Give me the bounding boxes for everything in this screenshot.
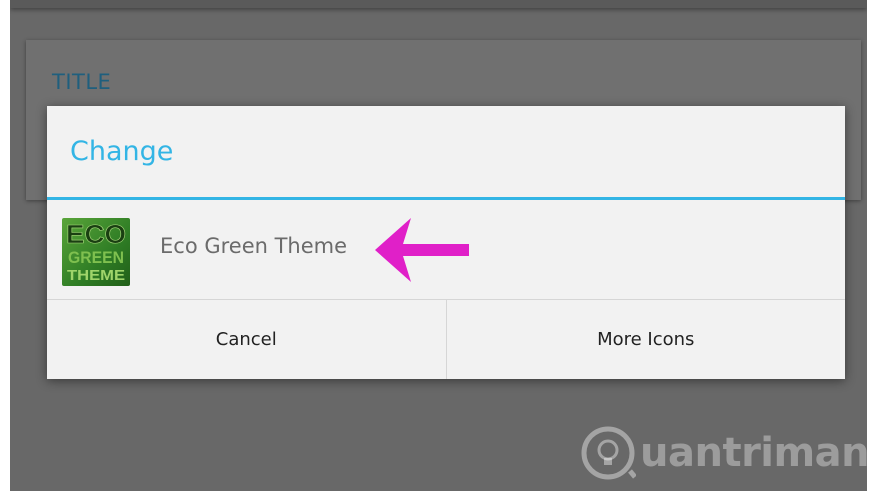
watermark: uantrimang <box>580 418 867 488</box>
background-card-title: TITLE <box>52 70 112 94</box>
lightbulb-icon <box>581 426 636 480</box>
top-bar <box>10 0 867 8</box>
icon-text-eco: ECO <box>66 219 126 249</box>
cancel-button[interactable]: Cancel <box>47 300 447 379</box>
dialog-button-bar: Cancel More Icons <box>47 300 845 379</box>
pointer-arrow-icon <box>375 218 469 282</box>
list-item-label: Eco Green Theme <box>160 234 348 258</box>
list-item-eco-green-theme[interactable]: ECO GREEN THEME Eco Green Theme <box>47 200 845 300</box>
dialog-header: Change <box>47 106 845 200</box>
dialog-title: Change <box>70 136 174 167</box>
android-screen: TITLE Change ECO GREEN THEME Eco Green T… <box>10 0 867 491</box>
change-dialog: Change ECO GREEN THEME Eco Green Theme C… <box>47 106 845 379</box>
more-icons-button[interactable]: More Icons <box>447 300 846 379</box>
eco-green-theme-icon: ECO GREEN THEME <box>62 218 130 286</box>
icon-text-green: GREEN <box>68 248 124 267</box>
icon-text-theme: THEME <box>67 267 125 284</box>
watermark-text: uantrimang <box>640 430 867 476</box>
